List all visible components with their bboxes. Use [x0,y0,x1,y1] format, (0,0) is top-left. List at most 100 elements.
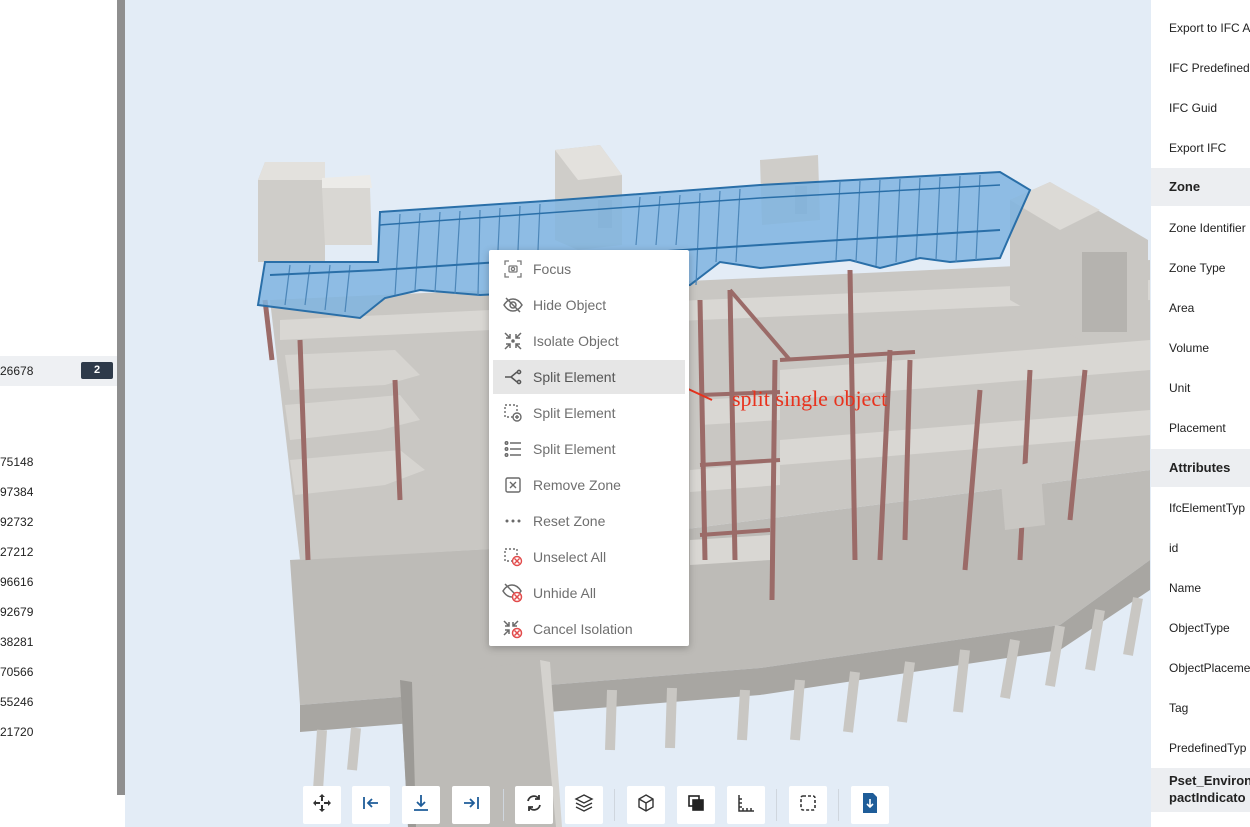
toolbar-divider [503,789,504,821]
tree-row-label: 38281 [0,635,34,649]
menu-item-label: Unselect All [533,549,607,565]
prop-row: PredefinedTyp [1169,741,1247,755]
split-box-icon [502,402,524,424]
prop-row: Export IFC [1169,141,1227,155]
split-branch-icon [502,366,524,388]
menu-item-split-element-box[interactable]: Split Element [493,396,685,430]
tree-row[interactable]: 92679 [0,597,117,627]
prop-row: Unit [1169,381,1191,395]
menu-item-reset-zone[interactable]: Reset Zone [493,504,685,538]
prop-row: Export to IFC A [1169,21,1250,35]
unhide-icon [502,582,524,604]
menu-item-remove-zone[interactable]: Remove Zone [493,468,685,502]
layers-icon [574,793,594,818]
prop-group-line: Pset_Environ [1169,773,1250,788]
model-tree-panel: 26678 2 75148 97384 92732 27212 96616 92… [0,0,117,795]
prop-row: ObjectType [1169,621,1230,635]
prop-row: Zone Type [1169,261,1226,275]
menu-item-split-element-list[interactable]: Split Element [493,432,685,466]
tree-row[interactable]: 96616 [0,567,117,597]
prop-row: Name [1169,581,1202,595]
menu-item-label: Hide Object [533,297,607,313]
tree-row-label: 92732 [0,515,34,529]
prop-row: IfcElementTyp [1169,501,1246,515]
tree-row[interactable]: 97384 [0,477,117,507]
properties-panel: Export to IFC A IFC Predefined IFC Guid … [1151,0,1250,827]
prop-row: IFC Guid [1169,101,1218,115]
copy-button[interactable] [677,786,715,824]
step-forward-button[interactable] [452,786,490,824]
tree-row-selected[interactable]: 26678 2 [0,356,117,386]
prop-row: Area [1169,301,1195,315]
menu-item-label: Focus [533,261,572,277]
measure-button[interactable] [727,786,765,824]
tree-row-label: 75148 [0,455,34,469]
tree-row-label: 97384 [0,485,34,499]
context-menu: Focus Hide Object Isolate Object Split E… [489,250,689,646]
menu-item-isolate-object[interactable]: Isolate Object [493,324,685,358]
menu-item-split-element[interactable]: Split Element [493,360,685,394]
menu-item-cancel-isolation[interactable]: Cancel Isolation [493,612,685,646]
export-icon [860,792,880,819]
annotation-label: split single object [732,386,888,411]
prop-group-header[interactable]: Zone [1151,168,1250,206]
tree-row-label: 27212 [0,545,34,559]
menu-item-label: Unhide All [533,585,597,601]
menu-item-unhide-all[interactable]: Unhide All [493,576,685,610]
toolbar-divider [614,789,615,821]
menu-item-label: Split Element [533,405,616,421]
layers-button[interactable] [565,786,603,824]
prop-row: Volume [1169,341,1210,355]
tree-row[interactable]: 38281 [0,627,117,657]
menu-item-label: Split Element [533,369,616,385]
download-button[interactable] [402,786,440,824]
tree-scrollbar[interactable] [117,0,125,795]
prop-row: Placement [1169,421,1226,435]
refresh-button[interactable] [515,786,553,824]
tree-row-label: 92679 [0,605,34,619]
tree-row[interactable]: 21720 [0,717,117,747]
select-box-icon [798,793,818,818]
select-box-button[interactable] [789,786,827,824]
tree-row[interactable]: 75148 [0,447,117,477]
prop-group-line: pactIndicato [1169,790,1246,805]
menu-item-unselect-all[interactable]: Unselect All [493,540,685,574]
count-badge: 2 [81,362,113,379]
menu-item-label: Remove Zone [533,477,621,493]
focus-icon [502,258,524,280]
tree-footer [0,795,125,827]
cube-button[interactable] [627,786,665,824]
split-list-icon [502,438,524,460]
unselect-icon [502,546,524,568]
copy-icon [686,793,706,818]
step-back-button[interactable] [352,786,390,824]
move-icon [312,793,332,818]
cube-icon [636,793,656,818]
tree-row[interactable]: 70566 [0,657,117,687]
measure-icon [736,793,756,818]
tree-row-label: 70566 [0,665,34,679]
download-icon [411,793,431,818]
isolate-icon [502,330,524,352]
prop-row: Zone Identifier [1169,221,1246,235]
prop-group-header[interactable]: Pset_Environ pactIndicato [1151,768,1250,812]
prop-row: id [1169,541,1179,555]
prop-group-header[interactable]: Attributes [1151,449,1250,487]
tree-row[interactable]: 27212 [0,537,117,567]
menu-item-label: Split Element [533,441,616,457]
menu-item-label: Isolate Object [533,333,619,349]
export-button[interactable] [851,786,889,824]
tree-row[interactable]: 55246 [0,687,117,717]
eye-off-icon [502,294,524,316]
menu-item-label: Reset Zone [533,513,606,529]
move-button[interactable] [303,786,341,824]
toolbar-divider [838,789,839,821]
tree-row-label: 26678 [0,364,34,378]
step-forward-icon [461,793,481,818]
tree-row[interactable]: 92732 [0,507,117,537]
menu-item-focus[interactable]: Focus [493,252,685,286]
cancel-isolation-icon [502,618,524,640]
menu-item-hide-object[interactable]: Hide Object [493,288,685,322]
prop-row: ObjectPlaceme [1169,661,1250,675]
prop-row: IFC Predefined [1169,61,1250,75]
